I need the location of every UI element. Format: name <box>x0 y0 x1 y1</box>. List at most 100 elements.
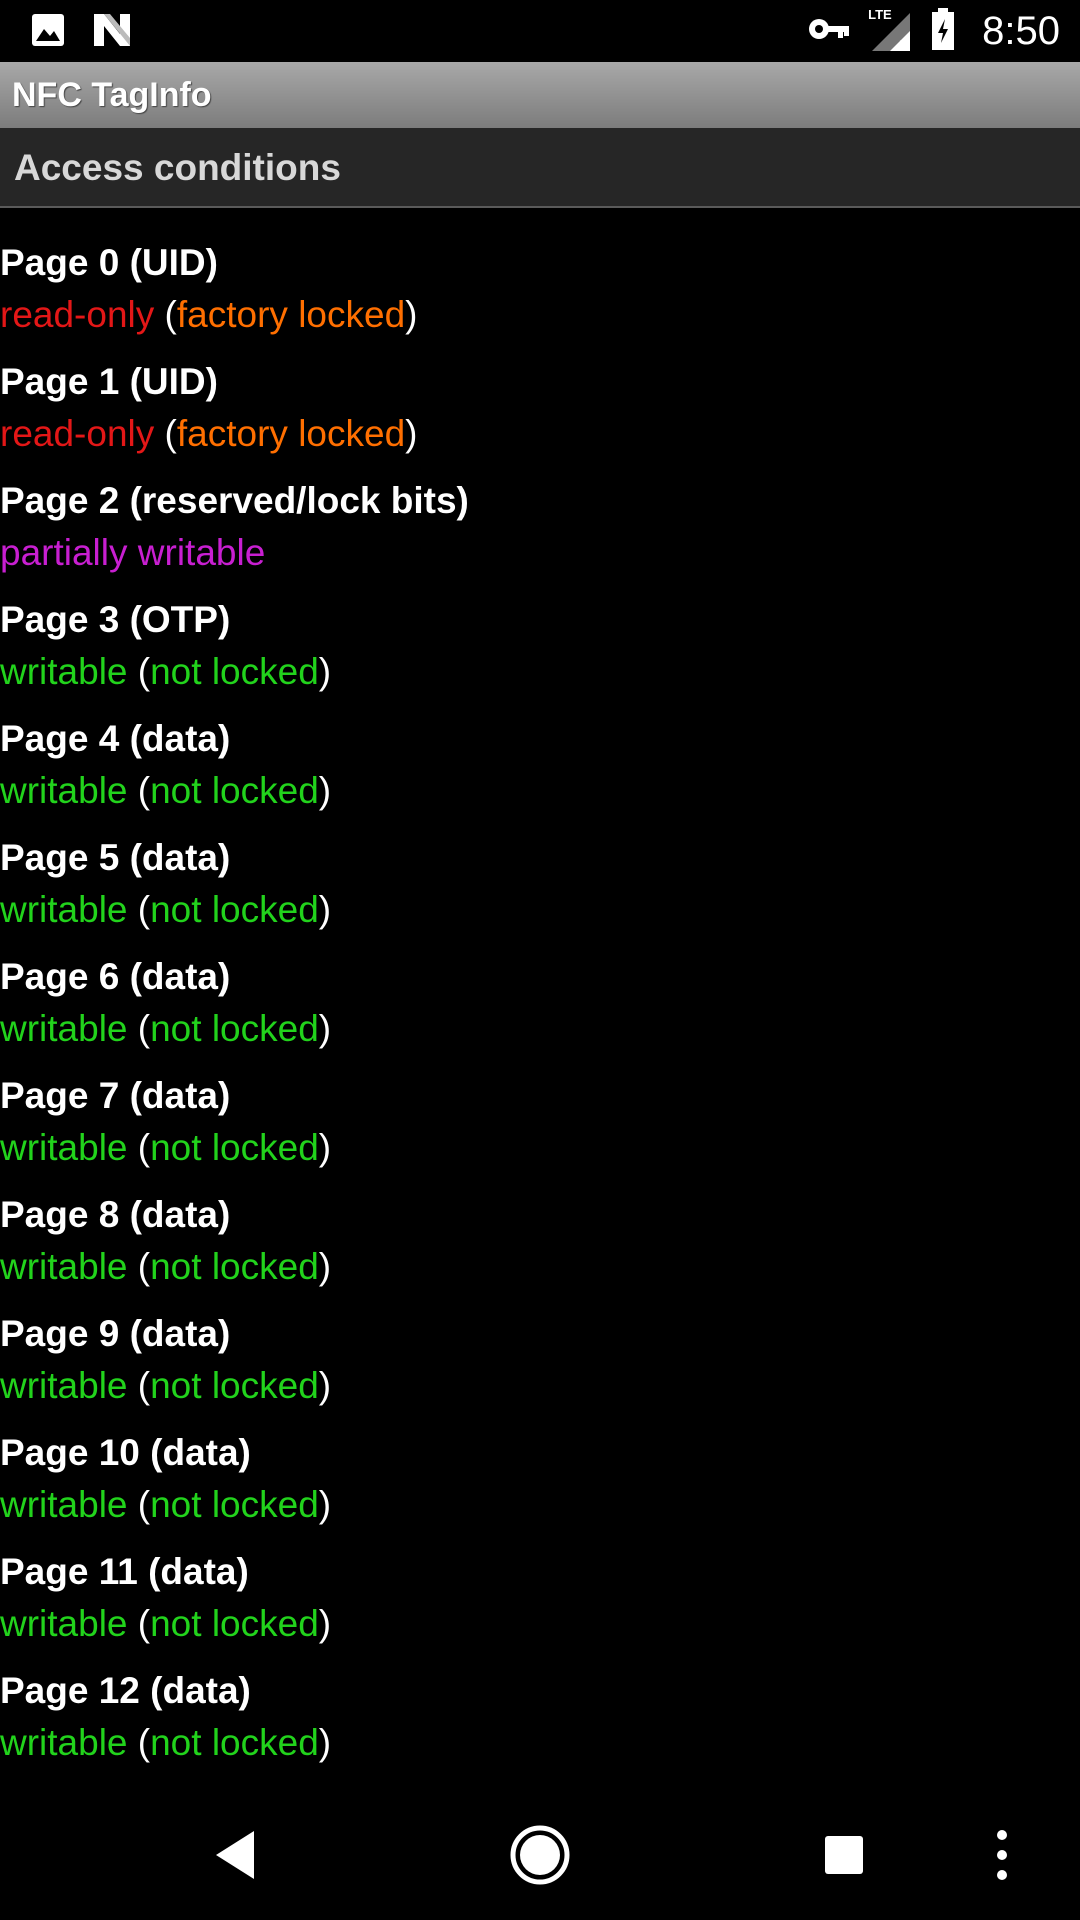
home-button[interactable] <box>500 1815 580 1895</box>
status-detail: not locked <box>150 1603 319 1644</box>
status-writable: writable <box>0 1246 128 1287</box>
overflow-menu-button[interactable] <box>962 1815 1042 1895</box>
page-status-line: writable (not locked) <box>0 1360 1080 1412</box>
navigation-bar <box>0 1790 1080 1920</box>
paren-close: ) <box>318 770 332 811</box>
paren-close: ) <box>318 1722 332 1763</box>
lte-signal-icon: × LTE <box>868 7 912 53</box>
paren-close: ) <box>318 1127 332 1168</box>
page-entry-3: Page 3 (OTP) writable (not locked) <box>0 594 1080 713</box>
paren-open: ( <box>137 889 151 930</box>
page-status-line: writable (not locked) <box>0 1122 1080 1174</box>
status-detail: factory locked <box>176 413 406 454</box>
status-writable: writable <box>0 1008 128 1049</box>
paren-close: ) <box>318 1603 332 1644</box>
page-entry-0: Page 0 (UID) read-only (factory locked) <box>0 237 1080 356</box>
recents-icon <box>825 1836 863 1874</box>
page-entry-1: Page 1 (UID) read-only (factory locked) <box>0 356 1080 475</box>
n-logo-icon <box>92 12 132 53</box>
status-time: 8:50 <box>982 8 1060 53</box>
page-entry-2: Page 2 (reserved/lock bits) partially wr… <box>0 475 1080 594</box>
status-detail: not locked <box>150 1008 319 1049</box>
page-entry-8: Page 8 (data) writable (not locked) <box>0 1189 1080 1308</box>
paren-open: ( <box>137 1246 151 1287</box>
status-left-icons <box>30 12 132 53</box>
status-bar: × LTE 8:50 <box>0 0 1080 62</box>
status-detail: not locked <box>150 1722 319 1763</box>
page-title: Page 8 (data) <box>0 1194 231 1235</box>
status-detail: not locked <box>150 1246 319 1287</box>
page-status-line: writable (not locked) <box>0 646 1080 698</box>
network-type-label: LTE <box>868 7 892 22</box>
page-status-line: writable (not locked) <box>0 884 1080 936</box>
paren-close: ) <box>318 1008 332 1049</box>
svg-text:×: × <box>899 36 906 50</box>
page-title: Page 3 (OTP) <box>0 599 231 640</box>
paren-open: ( <box>164 294 177 335</box>
page-title: Page 5 (data) <box>0 837 231 878</box>
status-writable: writable <box>0 770 128 811</box>
page-status-line: writable (not locked) <box>0 765 1080 817</box>
status-detail: not locked <box>150 651 319 692</box>
section-title: Access conditions <box>14 147 341 188</box>
paren-open: ( <box>137 1365 151 1406</box>
page-entry-5: Page 5 (data) writable (not locked) <box>0 832 1080 951</box>
page-status-line: writable (not locked) <box>0 1479 1080 1531</box>
app-title: NFC TagInfo <box>12 76 212 114</box>
page-status-line: read-only (factory locked) <box>0 289 1080 341</box>
status-writable: writable <box>0 1603 128 1644</box>
page-status-line: partially writable <box>0 527 1080 579</box>
status-right-icons: × LTE 8:50 <box>808 6 1060 56</box>
page-status-line: writable (not locked) <box>0 1241 1080 1293</box>
status-read-only: read-only <box>0 294 155 335</box>
page-entry-12: Page 12 (data) writable (not locked) <box>0 1665 1080 1784</box>
page-entry-9: Page 9 (data) writable (not locked) <box>0 1308 1080 1427</box>
app-bar: NFC TagInfo <box>0 62 1080 128</box>
paren-open: ( <box>137 1008 151 1049</box>
paren-close: ) <box>318 1365 332 1406</box>
page-title: Page 4 (data) <box>0 718 231 759</box>
page-entry-4: Page 4 (data) writable (not locked) <box>0 713 1080 832</box>
access-conditions-list[interactable]: Page 0 (UID) read-only (factory locked) … <box>0 237 1080 1784</box>
overflow-menu-icon <box>997 1830 1007 1880</box>
page-entry-7: Page 7 (data) writable (not locked) <box>0 1070 1080 1189</box>
back-icon <box>216 1831 254 1879</box>
status-read-only: read-only <box>0 413 155 454</box>
paren-close: ) <box>405 413 418 454</box>
status-detail: not locked <box>150 1365 319 1406</box>
status-detail: not locked <box>150 770 319 811</box>
page-title: Page 6 (data) <box>0 956 231 997</box>
page-entry-11: Page 11 (data) writable (not locked) <box>0 1546 1080 1665</box>
page-status-line: writable (not locked) <box>0 1598 1080 1650</box>
page-title: Page 9 (data) <box>0 1313 231 1354</box>
page-title: Page 7 (data) <box>0 1075 231 1116</box>
home-icon <box>510 1825 570 1885</box>
paren-close: ) <box>318 1246 332 1287</box>
status-writable: writable <box>0 889 128 930</box>
status-writable: writable <box>0 1722 128 1763</box>
back-button[interactable] <box>196 1815 276 1895</box>
page-title: Page 0 (UID) <box>0 242 218 283</box>
paren-open: ( <box>137 1603 151 1644</box>
status-detail: not locked <box>150 889 319 930</box>
paren-close: ) <box>405 294 418 335</box>
paren-open: ( <box>137 651 151 692</box>
status-detail: not locked <box>150 1127 319 1168</box>
section-header: Access conditions <box>0 128 1080 208</box>
page-status-line: writable (not locked) <box>0 1003 1080 1055</box>
status-detail: factory locked <box>176 294 406 335</box>
paren-open: ( <box>137 1127 151 1168</box>
page-title: Page 1 (UID) <box>0 361 218 402</box>
paren-close: ) <box>318 889 332 930</box>
page-status-line: read-only (factory locked) <box>0 408 1080 460</box>
battery-charging-icon <box>930 7 956 56</box>
status-writable: writable <box>0 1127 128 1168</box>
status-detail: not locked <box>150 1484 319 1525</box>
page-entry-10: Page 10 (data) writable (not locked) <box>0 1427 1080 1546</box>
paren-close: ) <box>318 1484 332 1525</box>
page-entry-6: Page 6 (data) writable (not locked) <box>0 951 1080 1070</box>
paren-open: ( <box>137 1722 151 1763</box>
status-partially-writable: partially writable <box>0 532 266 573</box>
recents-button[interactable] <box>804 1815 884 1895</box>
vpn-key-icon <box>808 16 850 47</box>
